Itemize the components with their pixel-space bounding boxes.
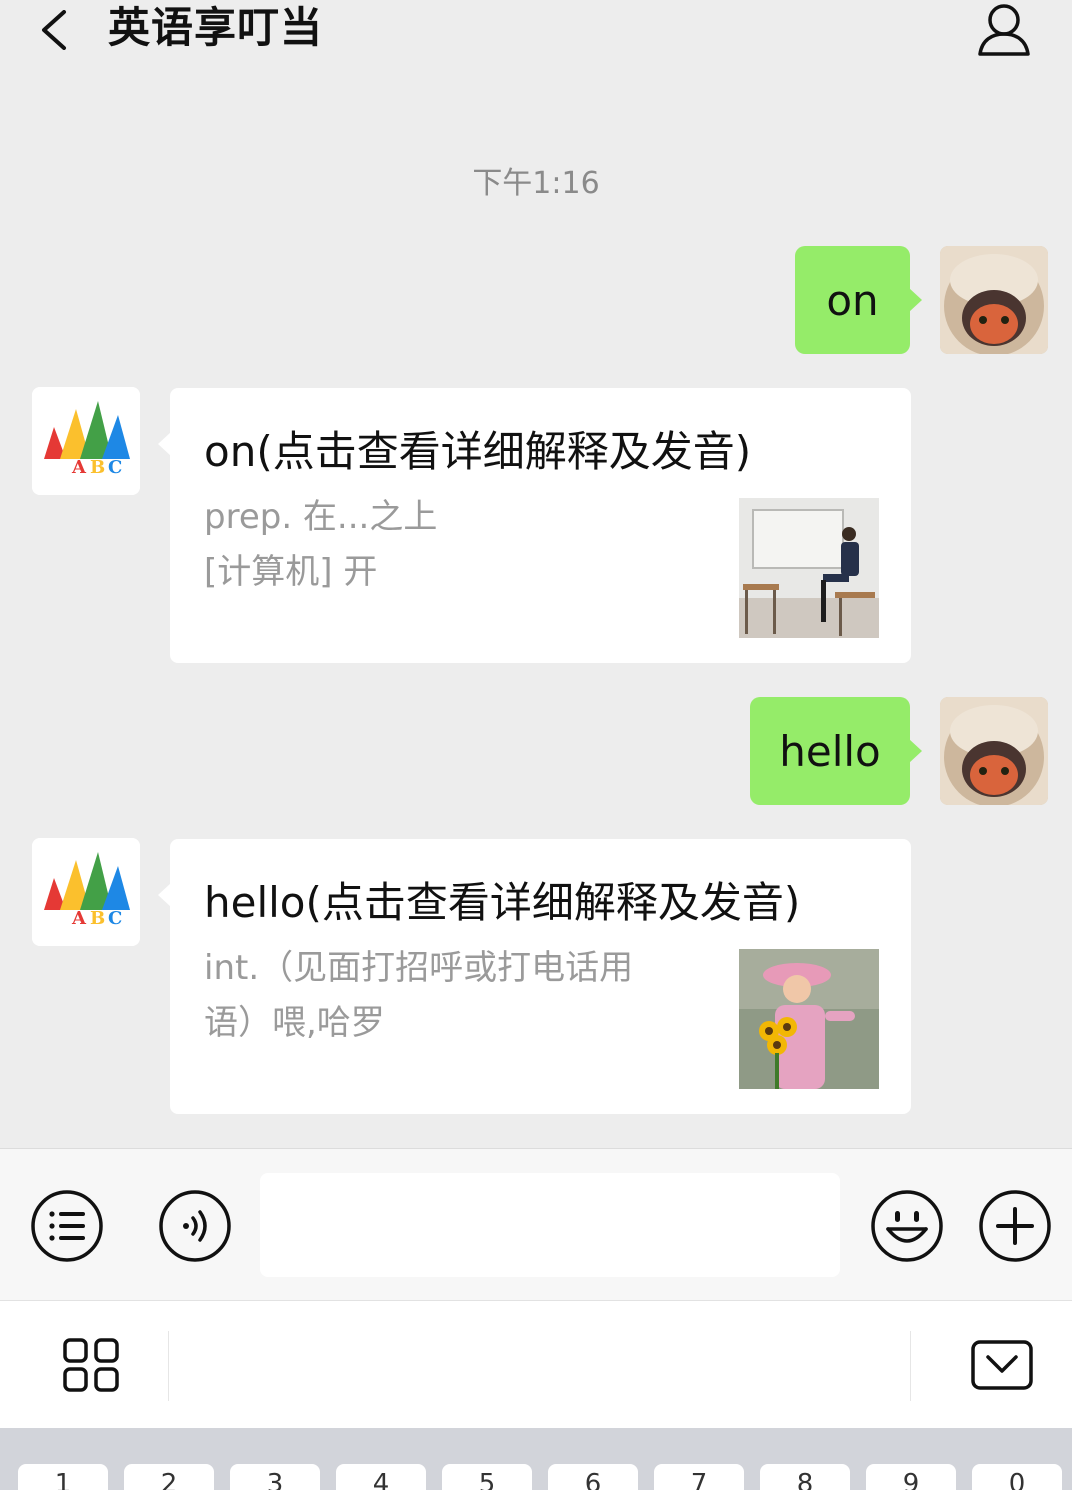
keyboard-toolbar — [0, 1300, 1072, 1428]
avatar[interactable] — [940, 246, 1048, 354]
key-1[interactable]: 1 — [18, 1464, 108, 1490]
chevron-left-icon[interactable] — [40, 10, 68, 50]
list-icon[interactable] — [30, 1189, 104, 1263]
outgoing-message-bubble[interactable]: on — [795, 246, 922, 354]
svg-text:A: A — [71, 908, 87, 929]
key-3[interactable]: 3 — [230, 1464, 320, 1490]
definition-line: [计算机] 开 — [204, 552, 378, 592]
key-8[interactable]: 8 — [760, 1464, 850, 1490]
message-input[interactable] — [260, 1173, 840, 1277]
word-card[interactable]: hello(点击查看详细解释及发音) int.（见面打招呼或打电话用 语）喂,哈… — [158, 839, 911, 1114]
outgoing-message-bubble[interactable]: hello — [750, 697, 922, 805]
key-2[interactable]: 2 — [124, 1464, 214, 1490]
card-title-link[interactable]: on(点击查看详细解释及发音) — [204, 418, 751, 479]
avatar-image — [940, 246, 1048, 354]
card-thumbnail — [739, 498, 879, 638]
key-9[interactable]: 9 — [866, 1464, 956, 1490]
person-icon[interactable] — [976, 2, 1032, 56]
word-card[interactable]: on(点击查看详细解释及发音) prep. 在...之上 [计算机] 开 — [158, 388, 911, 663]
plus-icon[interactable] — [978, 1189, 1052, 1263]
svg-text:B: B — [90, 908, 105, 929]
card-description: int.（见面打招呼或打电话用 语）喂,哈罗 — [204, 941, 714, 1051]
divider — [910, 1331, 911, 1401]
avatar[interactable]: A B C — [32, 387, 140, 495]
chevron-down-box-icon[interactable] — [970, 1339, 1034, 1391]
definition-line: int.（见面打招呼或打电话用 — [204, 948, 634, 988]
chat-title: 英语享叮当 — [108, 3, 324, 52]
voice-icon[interactable] — [158, 1189, 232, 1263]
svg-text:C: C — [108, 457, 122, 478]
keyboard-number-row: 1 2 3 4 5 6 7 8 9 0 — [0, 1428, 1072, 1490]
avatar[interactable]: A B C — [32, 838, 140, 946]
classroom-image — [739, 498, 879, 638]
girl-with-sunflowers-image — [739, 949, 879, 1089]
definition-line: prep. 在...之上 — [204, 497, 438, 537]
abc-logo-icon: A B C — [32, 838, 140, 946]
message-input-bar — [0, 1148, 1072, 1300]
definition-line: 语）喂,哈罗 — [204, 1003, 385, 1043]
card-description: prep. 在...之上 [计算机] 开 — [204, 490, 714, 600]
emoji-icon[interactable] — [870, 1189, 944, 1263]
card-title-link[interactable]: hello(点击查看详细解释及发音) — [204, 869, 800, 930]
card-thumbnail — [739, 949, 879, 1089]
chat-header: 英语享叮当 — [0, 0, 1072, 60]
message-timestamp: 下午1:16 — [472, 166, 600, 201]
avatar-image — [940, 697, 1048, 805]
svg-text:A: A — [71, 457, 87, 478]
svg-text:C: C — [108, 908, 122, 929]
divider — [168, 1331, 169, 1401]
key-6[interactable]: 6 — [548, 1464, 638, 1490]
grid-icon[interactable] — [62, 1337, 120, 1393]
key-5[interactable]: 5 — [442, 1464, 532, 1490]
abc-logo-icon: A B C — [32, 387, 140, 495]
svg-text:B: B — [90, 457, 105, 478]
key-0[interactable]: 0 — [972, 1464, 1062, 1490]
key-4[interactable]: 4 — [336, 1464, 426, 1490]
avatar[interactable] — [940, 697, 1048, 805]
key-7[interactable]: 7 — [654, 1464, 744, 1490]
